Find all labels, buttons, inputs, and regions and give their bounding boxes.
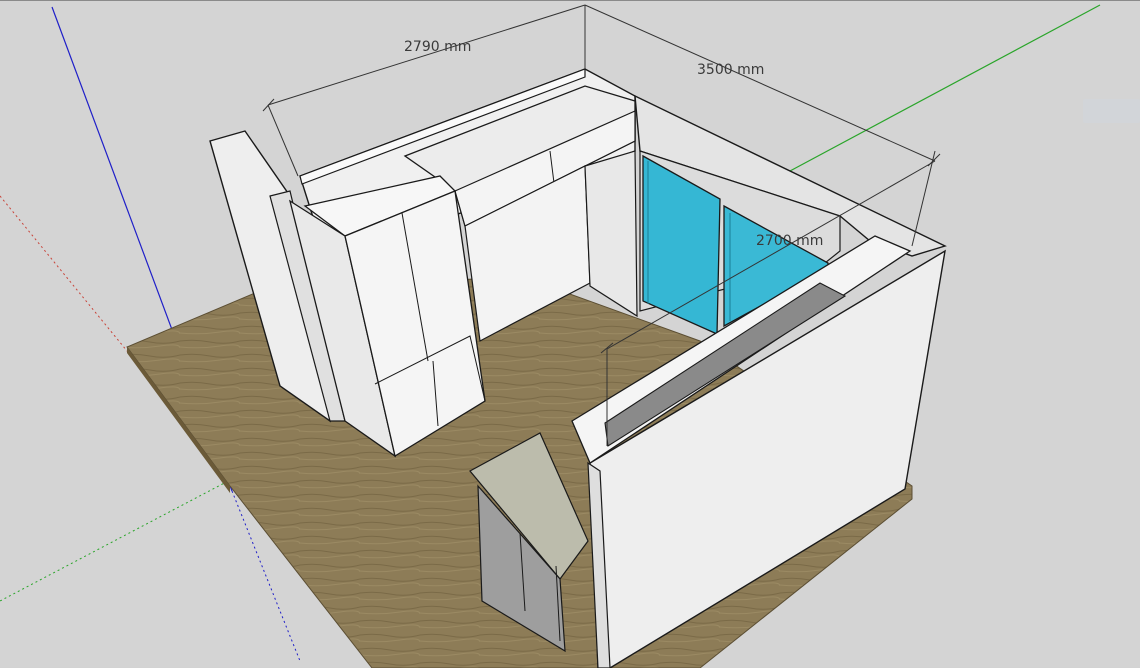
green-axis	[789, 4, 1101, 172]
width-dimension-label: 2790 mm	[404, 39, 472, 55]
depth-dimension-label: 3500 mm	[697, 62, 765, 78]
overlay-button[interactable]	[1083, 99, 1140, 123]
scene-canvas[interactable]	[0, 1, 1140, 668]
alcove-side	[584, 150, 638, 318]
model-viewport[interactable]: 2790 mm 3500 mm 2700 mm	[0, 0, 1140, 668]
height-dimension-label: 2700 mm	[756, 233, 824, 249]
green-axis-hidden	[0, 478, 233, 602]
